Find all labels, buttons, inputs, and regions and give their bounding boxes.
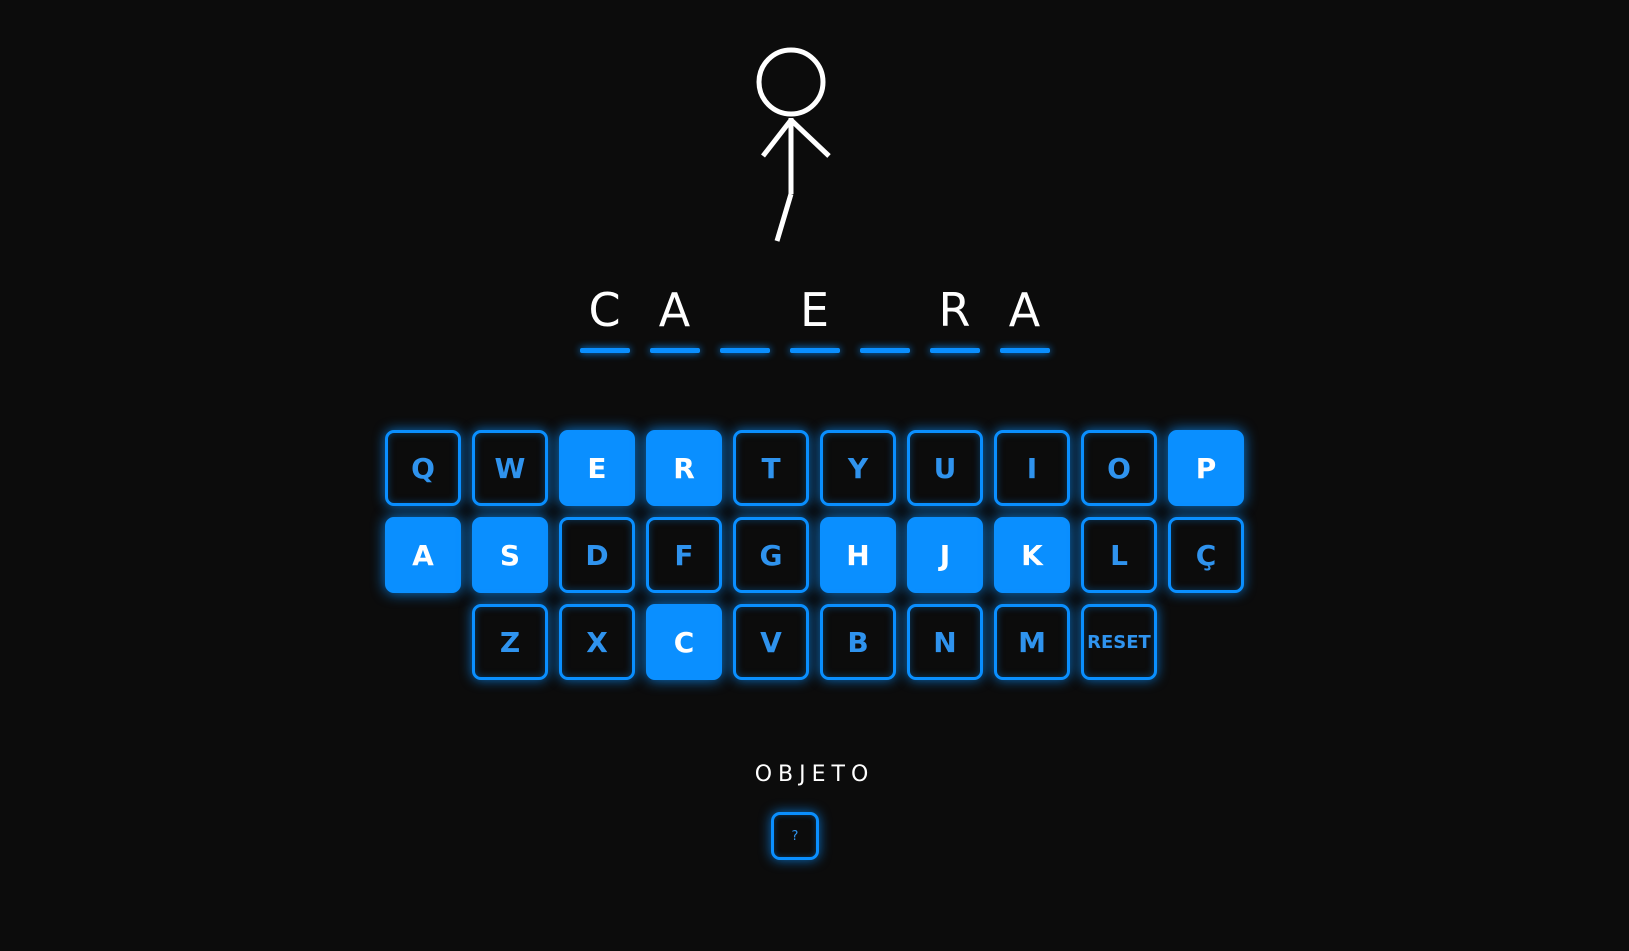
key-u[interactable]: U	[907, 430, 983, 506]
reset-button[interactable]: RESET	[1081, 604, 1157, 680]
key-y[interactable]: Y	[820, 430, 896, 506]
key-g[interactable]: G	[733, 517, 809, 593]
keyboard-row: QWERTYUIOP	[385, 430, 1244, 506]
letter-slot: A	[649, 280, 700, 353]
key-x[interactable]: X	[559, 604, 635, 680]
slot-underline	[859, 348, 910, 353]
key-h[interactable]: H	[820, 517, 896, 593]
virtual-keyboard: Q W E R T Y U I O P A S D F G H J K L Ç Z X C V B N M RESET	[0, 430, 1629, 680]
letter-slot: E	[789, 280, 840, 353]
key-s[interactable]: S	[472, 517, 548, 593]
key-l[interactable]: L	[1081, 517, 1157, 593]
slot-underline	[999, 348, 1050, 353]
slot-letter: C	[588, 283, 621, 337]
category-label: OBJETO	[754, 762, 875, 787]
key-ç[interactable]: Ç	[1168, 517, 1244, 593]
key-v[interactable]: V	[733, 604, 809, 680]
key-d[interactable]: D	[559, 517, 635, 593]
key-z[interactable]: Z	[472, 604, 548, 680]
hint-button[interactable]: ?	[771, 812, 819, 860]
slot-underline	[719, 348, 770, 353]
slot-underline	[929, 348, 980, 353]
keyboard-row: Z X C V B N M RESET	[472, 604, 1157, 680]
letter-slot	[859, 280, 910, 353]
key-f[interactable]: F	[646, 517, 722, 593]
key-c[interactable]: C	[646, 604, 722, 680]
letter-slot: C	[579, 280, 630, 353]
key-p[interactable]: P	[1168, 430, 1244, 506]
slot-letter: A	[658, 283, 691, 337]
hangman-right-arm	[789, 118, 831, 158]
key-n[interactable]: N	[907, 604, 983, 680]
slot-letter: A	[1008, 283, 1041, 337]
key-a[interactable]: A	[385, 517, 461, 593]
slot-underline	[789, 348, 840, 353]
slot-letter: E	[799, 283, 830, 337]
key-t[interactable]: T	[733, 430, 809, 506]
hangman-head	[756, 47, 826, 117]
word-display: CAERA	[0, 280, 1629, 353]
key-e[interactable]: E	[559, 430, 635, 506]
key-w[interactable]: W	[472, 430, 548, 506]
key-r[interactable]: R	[646, 430, 722, 506]
keyboard-row: ASDFGHJKLÇ	[385, 517, 1244, 593]
key-q[interactable]: Q	[385, 430, 461, 506]
key-k[interactable]: K	[994, 517, 1070, 593]
slot-underline	[579, 348, 630, 353]
key-m[interactable]: M	[994, 604, 1070, 680]
letter-slot: A	[999, 280, 1050, 353]
letter-slot	[719, 280, 770, 353]
hangman-left-leg	[774, 193, 794, 242]
game-stage: CAERA Q W E R T Y U I O P A S D F G H J K L Ç Z X C V B N M RESET O…	[0, 0, 1629, 951]
letter-slot: R	[929, 280, 980, 353]
slot-underline	[649, 348, 700, 353]
key-j[interactable]: J	[907, 517, 983, 593]
key-o[interactable]: O	[1081, 430, 1157, 506]
key-i[interactable]: I	[994, 430, 1070, 506]
key-b[interactable]: B	[820, 604, 896, 680]
slot-letter: R	[938, 283, 971, 337]
hangman-left-arm	[761, 118, 793, 158]
hangman-figure	[756, 47, 831, 242]
